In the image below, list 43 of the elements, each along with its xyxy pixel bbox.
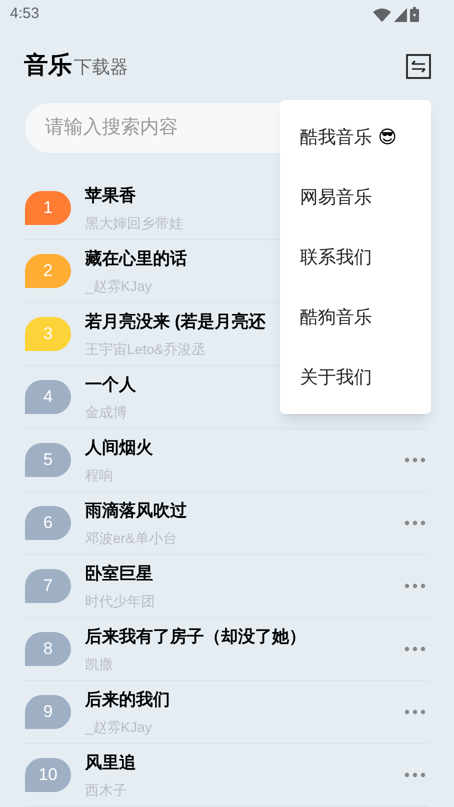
emoji-icon: 😎 [378,124,397,150]
song-title: 藏在心里的话 [85,248,187,270]
signal-icon [394,8,407,22]
status-time: 4:53 [10,4,40,24]
more-icon[interactable] [404,772,426,778]
song-title: 若月亮没来 (若是月亮还 [85,311,266,333]
menu-label: 关于我们 [300,366,372,388]
rank-badge: 10 [25,758,71,792]
rank-badge: 4 [25,380,71,414]
song-title: 风里追 [85,752,136,774]
more-icon[interactable] [404,646,426,652]
app-title: 音乐 [24,51,72,82]
rank-badge: 1 [25,191,71,225]
menu-item[interactable]: 联系我们 [280,227,431,287]
switch-icon[interactable] [406,54,431,79]
rank-badge: 7 [25,569,71,603]
song-title: 人间烟火 [85,437,153,459]
more-icon[interactable] [404,457,426,463]
rank-badge: 9 [25,695,71,729]
menu-item[interactable]: 网易音乐 [280,167,431,227]
wifi-icon [373,8,391,22]
menu-label: 联系我们 [300,246,372,268]
menu-label: 酷狗音乐 [300,306,372,328]
menu-item[interactable]: 关于我们 [280,347,431,407]
song-title: 苹果香 [85,185,136,207]
rank-badge: 3 [25,317,71,351]
more-icon[interactable] [404,520,426,526]
menu-label: 网易音乐 [300,186,372,208]
app-subtitle: 下载器 [74,56,128,80]
more-icon[interactable] [404,709,426,715]
battery-icon [410,7,419,22]
song-title: 后来的我们 [85,689,170,711]
song-title: 后来我有了房子（却没了她） [85,626,306,648]
song-title: 雨滴落风吹过 [85,500,187,522]
more-icon[interactable] [404,583,426,589]
rank-badge: 6 [25,506,71,540]
rank-badge: 5 [25,443,71,477]
song-title: 一个人 [85,374,136,396]
song-title: 卧室巨星 [85,563,153,585]
menu-item[interactable]: 酷狗音乐 [280,287,431,347]
rank-badge: 2 [25,254,71,288]
menu-label: 酷我音乐 [300,126,372,148]
rank-badge: 8 [25,632,71,666]
